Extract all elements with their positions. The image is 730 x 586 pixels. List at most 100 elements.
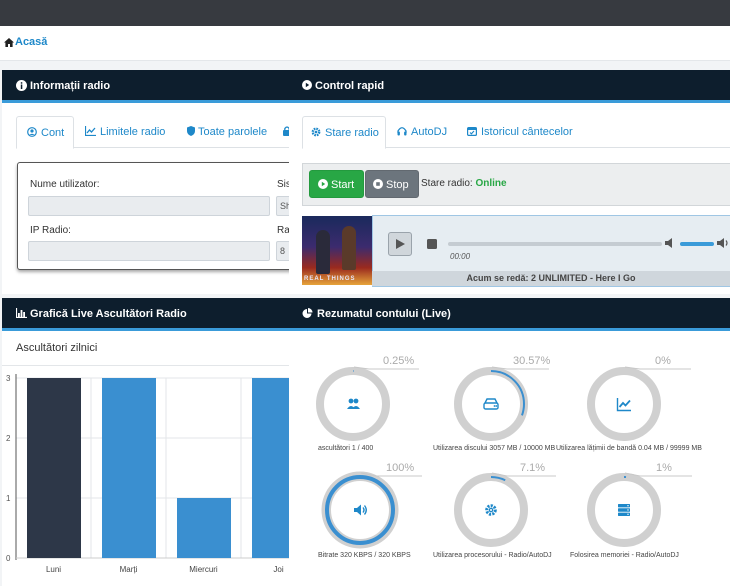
radio-status-label: Stare radio: (421, 178, 473, 189)
top-navbar (0, 0, 730, 26)
x-tick-label: Miercuri (189, 565, 218, 574)
stop-button[interactable]: Stop (365, 170, 419, 198)
radio-status: Stare radio: Online (421, 178, 507, 189)
gauge-caption: Bitrate 320 KBPS / 320 KBPS (318, 552, 411, 559)
bar-luni (27, 378, 81, 558)
breadcrumb: Acasă (0, 26, 730, 61)
calendar-icon (467, 127, 477, 136)
tab-autodj[interactable]: AutoDJ (394, 116, 454, 147)
gauge-caption: ascultători 1 / 400 (318, 445, 374, 452)
bar-marți (102, 378, 156, 558)
headphones-icon (397, 127, 407, 136)
home-icon[interactable] (4, 38, 14, 47)
listeners-chart-title: Grafică Live Ascultători Radio (30, 308, 187, 320)
y-tick-label: 0 (6, 554, 11, 563)
y-tick-label: 3 (6, 374, 11, 383)
radio-ip-label: IP Radio: (30, 225, 71, 236)
info-icon (16, 80, 27, 91)
gauge-leader-path (624, 366, 691, 370)
volume-max-icon[interactable] (717, 238, 730, 248)
play-icon (396, 239, 405, 249)
album-cover-text: REAL THINGS (304, 276, 356, 282)
tab-radio-status-label: Stare radio (325, 127, 379, 139)
tab-song-history-label: Istoricul cântecelor (481, 126, 573, 138)
stop-button-label: Stop (386, 179, 409, 191)
user-circle-icon (27, 127, 37, 137)
x-tick-label: Marți (120, 565, 138, 574)
start-button[interactable]: Start (309, 170, 364, 198)
username-field[interactable] (28, 196, 270, 216)
bar-miercuri (177, 498, 231, 558)
tab-radio-status[interactable]: Stare radio (302, 116, 386, 149)
daily-listeners-chart: 0 1 2 3 Luni Marți Miercuri Joi (6, 374, 289, 574)
player-time: 00:00 (450, 252, 471, 261)
tab-song-history[interactable]: Istoricul cântecelor (464, 116, 584, 147)
gauge-caption: Utilizarea discului 3057 MB / 10000 MB (433, 445, 556, 452)
gauge-leader-path (491, 366, 549, 370)
x-tick-label: Joi (273, 565, 283, 574)
gear-icon (485, 504, 497, 516)
breadcrumb-home-link[interactable]: Acasă (15, 36, 47, 48)
listeners-chart-header: Grafică Live Ascultători Radio (2, 298, 289, 331)
account-summary-title: Rezumatul contului (Live) (317, 308, 451, 320)
play-circle-icon (318, 179, 328, 189)
tab-all-passwords-label: Toate parolele (198, 126, 268, 138)
tab-autodj-label: AutoDJ (411, 126, 448, 138)
gauge-caption: Utilizarea procesorului - Radio/AutoDJ (433, 552, 552, 559)
album-figure-right (342, 226, 356, 270)
pie-chart-icon (302, 308, 313, 318)
tab-all-passwords[interactable]: Toate parolele (184, 116, 274, 147)
radio-info-header: Informații radio (2, 70, 289, 103)
quick-control-header: Control rapid (289, 70, 730, 103)
gauge-leader-path (353, 366, 419, 370)
tab-radio-limits[interactable]: Limitele radio (82, 116, 172, 147)
hard-drive-icon (483, 398, 499, 410)
account-form-card: Nume utilizator: IP Radio: Sis Sh Ra 8 (17, 162, 294, 270)
album-figure-left (316, 230, 330, 274)
bar-chart-icon (16, 308, 27, 318)
gauge-caption: Utilizarea lățimii de bandă 0.04 MB / 99… (556, 445, 702, 452)
gauge-percentage: 0.25% (383, 355, 415, 367)
radio-info-title: Informații radio (30, 80, 111, 92)
gauge-percentage: 7.1% (520, 462, 546, 474)
bar-joi (252, 378, 289, 558)
server-icon (618, 504, 630, 516)
play-circle-icon (302, 80, 312, 90)
start-button-label: Start (331, 179, 355, 191)
y-tick-label: 1 (6, 494, 11, 503)
quick-control-tabs: Stare radio AutoDJ Istoricul cântecelor (302, 116, 730, 149)
y-tick-label: 2 (6, 434, 11, 443)
album-cover: REAL THINGS (302, 216, 372, 285)
volume-slider[interactable] (680, 242, 714, 246)
username-label: Nume utilizator: (30, 179, 100, 190)
gauge-percentage: 100% (386, 462, 415, 474)
account-summary-header: Rezumatul contului (Live) (289, 298, 730, 331)
chart-subtitle: Ascultători zilnici (16, 342, 98, 354)
stop-icon (427, 239, 437, 249)
volume-icon (354, 504, 367, 516)
quick-control-title: Control rapid (315, 80, 385, 92)
tab-account-label: Cont (41, 127, 65, 139)
radio-info-tabs: Cont Limitele radio Toate parolele (16, 116, 291, 149)
gauge-percentage: 1% (656, 462, 672, 474)
users-icon (347, 398, 360, 409)
mute-icon[interactable] (665, 238, 674, 248)
gauge-caption: Folosirea memoriei - Radio/AutoDJ (570, 552, 679, 559)
tab-radio-limits-label: Limitele radio (100, 126, 166, 138)
line-chart-icon (616, 398, 631, 412)
stop-circle-icon (373, 179, 383, 189)
x-tick-label: Luni (46, 565, 61, 574)
radio-status-value: Online (475, 178, 507, 189)
line-chart-icon (85, 126, 96, 136)
gauge-percentage: 0% (655, 355, 671, 367)
progress-track[interactable] (448, 242, 662, 246)
gear-icon (311, 127, 321, 137)
radio-ip-field[interactable] (28, 241, 270, 261)
radio-port-label: Ra (277, 225, 290, 236)
tab-account[interactable]: Cont (16, 116, 74, 149)
shield-icon (187, 126, 195, 136)
now-playing: Acum se redă: 2 UNLIMITED - Here I Go (372, 271, 730, 286)
stop-playback-button[interactable] (420, 232, 444, 256)
play-button[interactable] (388, 232, 412, 256)
gauge-percentage: 30.57% (513, 355, 551, 367)
